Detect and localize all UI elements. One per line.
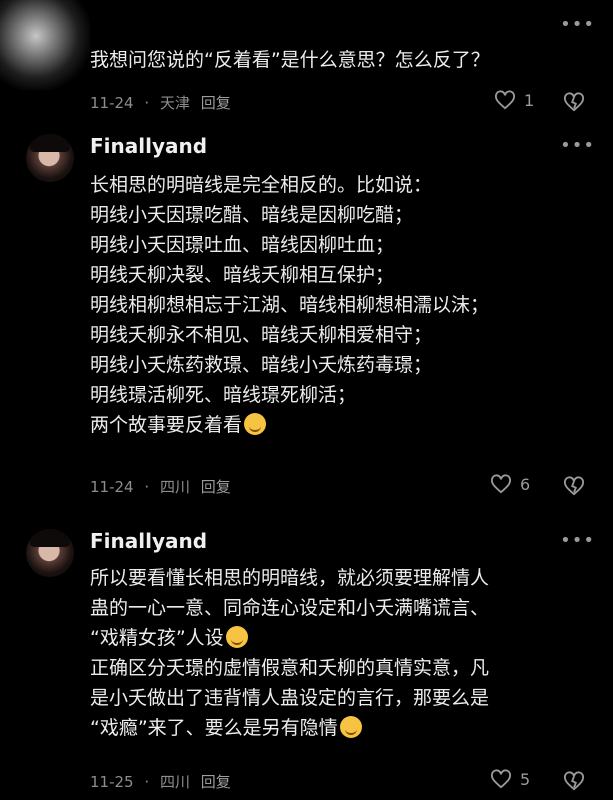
meta-separator: · (144, 94, 150, 112)
rofl-emoji-icon (244, 413, 267, 435)
like-count: 1 (524, 90, 535, 110)
heart-icon (495, 90, 515, 110)
comment-line: “戏瘾”来了、要么是另有隐情 (90, 713, 585, 743)
comment-line: 两个故事要反着看 (90, 410, 585, 440)
comment-date: 11-24 (90, 478, 134, 496)
comment-date: 11-24 (90, 94, 134, 112)
comment-line-text: “戏瘾”来了、要么是另有隐情 (90, 717, 338, 739)
comment-line: 明线夭柳永不相见、暗线夭柳相爱相守； (90, 324, 433, 346)
broken-heart-icon[interactable] (563, 92, 585, 112)
cropped-avatar (0, 0, 90, 90)
comment-line-text: 两个故事要反着看 (90, 414, 243, 436)
like-count: 6 (520, 474, 531, 494)
comment-line: 明线夭柳决裂、暗线夭柳相互保护； (90, 264, 395, 286)
comment-line: 明线相柳想相忘于江湖、暗线相柳想相濡以沫； (90, 294, 490, 316)
heart-icon (491, 474, 511, 494)
heart-icon (491, 769, 511, 789)
comment-meta: 11-24 · 天津 回复 (90, 92, 237, 113)
avatar[interactable] (26, 529, 74, 577)
hand-over-mouth-emoji-icon (339, 716, 362, 738)
like-button[interactable]: 6 (490, 474, 530, 494)
like-button[interactable]: 1 (494, 90, 534, 110)
comment-location: 天津 (159, 94, 190, 112)
comment-line: 是小夭做出了违背情人蛊设定的言行，那要么是 (90, 687, 490, 709)
comment-text: 长相思的明暗线是完全相反的。比如说： 明线小夭因璟吃醋、暗线是因柳吃醋； 明线小… (90, 170, 585, 440)
comment-text: 所以要看懂长相思的明暗线，就必须要理解情人 蛊的一心一意、同命连心设定和小夭满嘴… (90, 563, 585, 743)
comment-date: 11-25 (90, 773, 134, 791)
more-icon[interactable]: ••• (560, 135, 595, 156)
username[interactable]: Finallyand (90, 134, 207, 158)
like-count: 5 (520, 769, 531, 789)
more-icon[interactable]: ••• (560, 530, 595, 551)
more-icon[interactable]: ••• (560, 14, 595, 35)
comment-line: 明线璟活柳死、暗线璟死柳活； (90, 384, 357, 406)
comment-line: 明线小夭因璟吃醋、暗线是因柳吃醋； (90, 204, 414, 226)
broken-heart-icon[interactable] (563, 771, 585, 791)
comment-location: 四川 (159, 773, 190, 791)
comment-line: 正确区分夭璟的虚情假意和夭柳的真情实意，凡 (90, 657, 490, 679)
comment-text: 我想问您说的“反着看”是什么意思？怎么反了？ (90, 45, 585, 75)
comment-line: 明线小夭炼药救璟、暗线小夭炼药毒璟； (90, 354, 433, 376)
comment-line: 明线小夭因璟吐血、暗线因柳吐血； (90, 234, 395, 256)
avatar[interactable] (26, 134, 74, 182)
comment-line: 所以要看懂长相思的明暗线，就必须要理解情人 (90, 567, 490, 589)
reply-button[interactable]: 回复 (201, 773, 231, 791)
comment-line: 我想问您说的“反着看”是什么意思？怎么反了？ (90, 49, 490, 71)
comment-line-text: “戏精女孩”人设 (90, 627, 224, 649)
meta-separator: · (144, 773, 150, 791)
reply-button[interactable]: 回复 (201, 94, 231, 112)
meta-separator: · (144, 478, 150, 496)
comment-meta: 11-25 · 四川 回复 (90, 771, 237, 792)
comment-line: 长相思的明暗线是完全相反的。比如说： (90, 174, 433, 196)
comment-location: 四川 (159, 478, 190, 496)
like-button[interactable]: 5 (490, 769, 530, 789)
comment-line: “戏精女孩”人设 (90, 623, 585, 653)
reply-button[interactable]: 回复 (201, 478, 231, 496)
username[interactable]: Finallyand (90, 529, 207, 553)
comment-line: 蛊的一心一意、同命连心设定和小夭满嘴谎言、 (90, 597, 490, 619)
sweat-smile-emoji-icon (225, 626, 248, 648)
broken-heart-icon[interactable] (563, 476, 585, 496)
comment-meta: 11-24 · 四川 回复 (90, 476, 237, 497)
